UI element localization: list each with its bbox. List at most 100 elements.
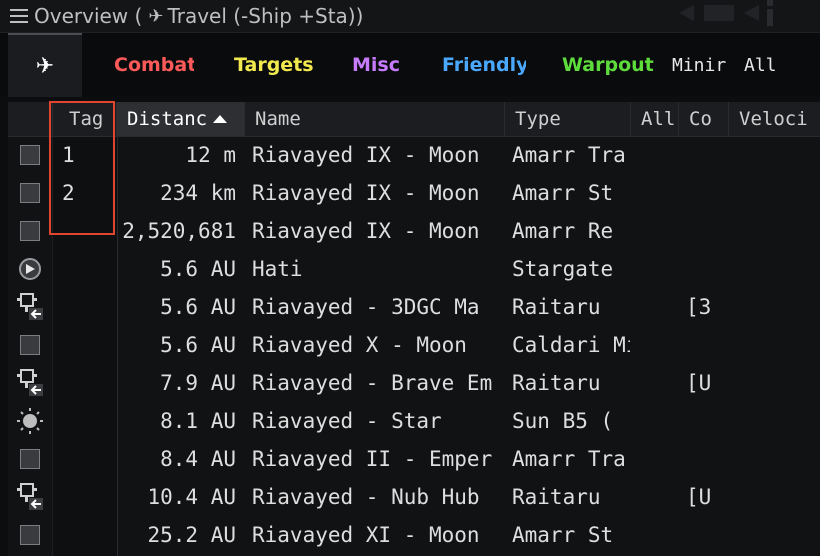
name-cell: Riavayed - 3DGC Ma (252, 295, 480, 319)
window-title: Overview ( ✈ Travel (-Ship +Sta)) (34, 4, 363, 28)
tab-warpout[interactable]: Warpout (562, 33, 654, 97)
type-cell: Amarr Re (512, 219, 614, 243)
corp-cell: [U (686, 371, 712, 395)
tag-cell (52, 250, 116, 288)
table-row[interactable]: 10.4 AU Riavayed - Nub Hub Raitaru [U (8, 478, 820, 516)
tag-cell: 1 (62, 143, 75, 167)
name-cell: Hati (252, 257, 303, 281)
tab-friendly[interactable]: Friendly (442, 33, 526, 97)
checkbox-icon[interactable] (20, 449, 40, 469)
checkbox-icon[interactable] (20, 335, 40, 355)
column-header-label: Veloci (739, 108, 808, 130)
type-cell: Raitaru (512, 295, 601, 319)
all-cell (630, 250, 678, 288)
tab-all[interactable]: All (744, 33, 784, 97)
velocity-cell (728, 402, 820, 440)
column-header-label: Distanc (127, 108, 208, 130)
row-icon-cell (8, 516, 52, 554)
table-row[interactable]: 5.6 AU Hati Stargate (8, 250, 820, 288)
table-row[interactable]: 8.4 AU Riavayed II - Emper Amarr Tra (8, 440, 820, 478)
column-header-all[interactable]: All (630, 102, 678, 136)
table-row[interactable]: 1 12 m Riavayed IX - Moon Amarr Tra (8, 136, 820, 174)
all-cell (630, 440, 678, 478)
checkbox-icon[interactable] (20, 183, 40, 203)
corp-cell (678, 250, 728, 288)
tab-misc[interactable]: Misc (352, 33, 408, 97)
structure-icon (15, 292, 45, 322)
distance-cell: 5.6 AU (160, 257, 236, 281)
checkbox-icon[interactable] (20, 221, 40, 241)
velocity-cell (728, 212, 820, 250)
tab-combat[interactable]: Combat (114, 33, 194, 97)
column-header-co[interactable]: Co (678, 102, 728, 136)
tab-targets[interactable]: Targets (234, 33, 314, 97)
header-icon-column[interactable] (8, 102, 52, 136)
title-bar[interactable]: Overview ( ✈ Travel (-Ship +Sta)) (0, 0, 820, 32)
tag-cell (52, 364, 116, 402)
column-header-label: All (641, 108, 676, 130)
distance-cell: 7.9 AU (160, 371, 236, 395)
column-header-label: Name (255, 108, 301, 130)
checkbox-icon[interactable] (20, 145, 40, 165)
table-row[interactable]: 25.2 AU Riavayed XI - Moon Amarr St (8, 516, 820, 554)
row-icon-cell (8, 402, 52, 440)
type-cell: Stargate (512, 257, 614, 281)
sun-icon (16, 407, 44, 435)
table-row[interactable]: 2,520,681 Riavayed IX - Moon Amarr Re (8, 212, 820, 250)
tab-travel[interactable]: ✈ (8, 33, 82, 97)
type-cell: Sun B5 ( (512, 409, 614, 433)
velocity-cell (728, 440, 820, 478)
corp-cell (678, 440, 728, 478)
table-row[interactable]: 5.6 AU Riavayed - 3DGC Ma Raitaru [3 (8, 288, 820, 326)
checkbox-icon[interactable] (20, 525, 40, 545)
tag-cell (52, 516, 116, 554)
overview-window: Overview ( ✈ Travel (-Ship +Sta)) ✈ Comba… (0, 0, 820, 556)
column-header-label: Tag (69, 108, 104, 130)
corp-cell (678, 402, 728, 440)
name-cell: Riavayed XI - Moon (252, 523, 480, 547)
all-cell (630, 288, 678, 326)
distance-cell: 8.4 AU (160, 447, 236, 471)
row-icon-cell (8, 326, 52, 364)
table-row[interactable]: 5.6 AU Riavayed X - Moon Caldari Mi (8, 326, 820, 364)
tag-cell (52, 288, 116, 326)
name-cell: Riavayed - Star (252, 409, 442, 433)
row-icon-cell (8, 212, 52, 250)
corp-cell (678, 516, 728, 554)
table-row[interactable]: 7.9 AU Riavayed - Brave Em Raitaru [U (8, 364, 820, 402)
distance-cell: 10.4 AU (147, 485, 236, 509)
name-cell: Riavayed IX - Moon (252, 181, 480, 205)
tag-cell (52, 212, 116, 250)
distance-cell: 2,520,681 (122, 219, 236, 243)
structure-icon (15, 368, 45, 398)
corp-cell: [3 (686, 295, 712, 319)
type-cell: Amarr Tra (512, 447, 626, 471)
table-row[interactable]: 2 234 km Riavayed IX - Moon Amarr St (8, 174, 820, 212)
name-cell: Riavayed X - Moon (252, 333, 467, 357)
table-row[interactable]: 8.1 AU Riavayed - Star Sun B5 ( (8, 402, 820, 440)
column-header-tag[interactable]: Tag (52, 102, 116, 136)
type-cell: Amarr Tra (512, 143, 626, 167)
column-header-distanc[interactable]: Distanc (116, 102, 244, 136)
column-header-veloci[interactable]: Veloci (728, 102, 820, 136)
row-icon-cell (8, 250, 52, 288)
type-cell: Raitaru (512, 371, 601, 395)
menu-icon[interactable] (10, 8, 28, 24)
tab-minir[interactable]: Minir (672, 33, 728, 97)
row-icon-cell (8, 440, 52, 478)
all-cell (630, 516, 678, 554)
velocity-cell (728, 326, 820, 364)
stargate-icon (17, 256, 43, 282)
corp-cell (678, 326, 728, 364)
column-header-label: Type (515, 108, 561, 130)
all-cell (630, 478, 678, 516)
velocity-cell (728, 516, 820, 554)
all-cell (630, 364, 678, 402)
info-icon[interactable] (760, 0, 780, 32)
name-cell: Riavayed II - Emper (252, 447, 493, 471)
column-header-type[interactable]: Type (504, 102, 630, 136)
tag-cell (52, 326, 116, 364)
name-cell: Riavayed - Brave Em (252, 371, 493, 395)
column-header-name[interactable]: Name (244, 102, 504, 136)
type-cell: Amarr St (512, 523, 614, 547)
